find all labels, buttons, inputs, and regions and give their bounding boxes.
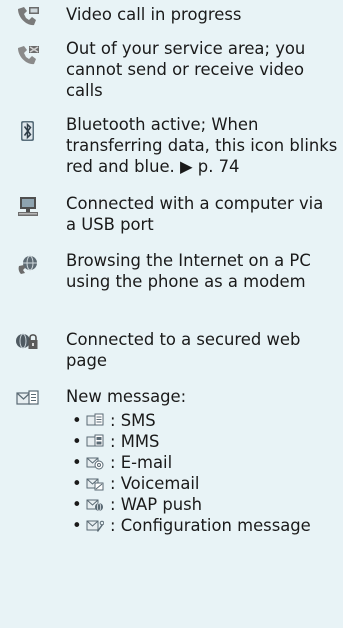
entry-bluetooth: Bluetooth active; When transferring data… <box>0 114 343 180</box>
entry-video-call: Video call in progress <box>0 4 343 28</box>
usb-computer-icon <box>15 196 41 218</box>
bullet: • <box>72 495 82 514</box>
message-type-voicemail: • : Voicemail <box>72 473 340 494</box>
entry-text: Connected to a secured web page <box>66 330 301 370</box>
wap-push-icon <box>86 497 104 512</box>
message-type-configuration: • : Configuration message <box>72 515 340 557</box>
message-type-label: : MMS <box>110 432 160 451</box>
entry-usb: Connected with a computer via a USB port <box>0 193 343 237</box>
entry-new-message: New message: <box>0 386 343 410</box>
message-type-mms: • : MMS <box>72 431 340 452</box>
status-icon-reference-page: Video call in progress Out of your servi… <box>0 0 343 628</box>
email-icon <box>86 455 104 470</box>
entry-secured-web: Connected to a secured web page <box>0 329 343 373</box>
secured-web-icon <box>15 331 41 353</box>
message-type-email: • : E-mail <box>72 452 340 473</box>
configuration-message-icon <box>86 518 104 533</box>
entry-text: Video call in progress <box>66 5 242 24</box>
voicemail-icon <box>86 476 104 491</box>
entry-text: Browsing the Internet on a PC using the … <box>66 251 311 291</box>
entry-text: Connected with a computer via a USB port <box>66 194 324 234</box>
message-type-label: : WAP push <box>110 495 203 514</box>
modem-browsing-icon <box>15 254 41 276</box>
entry-text: Bluetooth active; When transferring data… <box>66 115 338 176</box>
entry-text: Out of your service area; you cannot sen… <box>66 39 306 100</box>
entry-modem-browsing: Browsing the Internet on a PC using the … <box>0 250 343 316</box>
message-type-label: : Configuration message <box>110 516 311 535</box>
bullet: • <box>72 474 82 493</box>
message-type-sms: • : SMS <box>72 410 340 431</box>
message-type-label: : SMS <box>110 411 156 430</box>
bullet: • <box>72 453 82 472</box>
message-type-wap-push: • : WAP push <box>72 494 340 515</box>
mms-icon <box>86 434 104 449</box>
entry-out-of-service: Out of your service area; you cannot sen… <box>0 38 343 104</box>
message-type-label: : E-mail <box>110 453 173 472</box>
entry-text: New message: <box>66 387 187 406</box>
video-call-out-of-service-icon <box>15 44 41 66</box>
bluetooth-icon <box>15 120 41 142</box>
bullet: • <box>72 411 82 430</box>
bullet: • <box>72 516 82 535</box>
video-call-icon <box>15 5 41 27</box>
bullet: • <box>72 432 82 451</box>
new-message-icon <box>15 388 41 410</box>
sms-icon <box>86 413 104 428</box>
message-type-label: : Voicemail <box>110 474 200 493</box>
